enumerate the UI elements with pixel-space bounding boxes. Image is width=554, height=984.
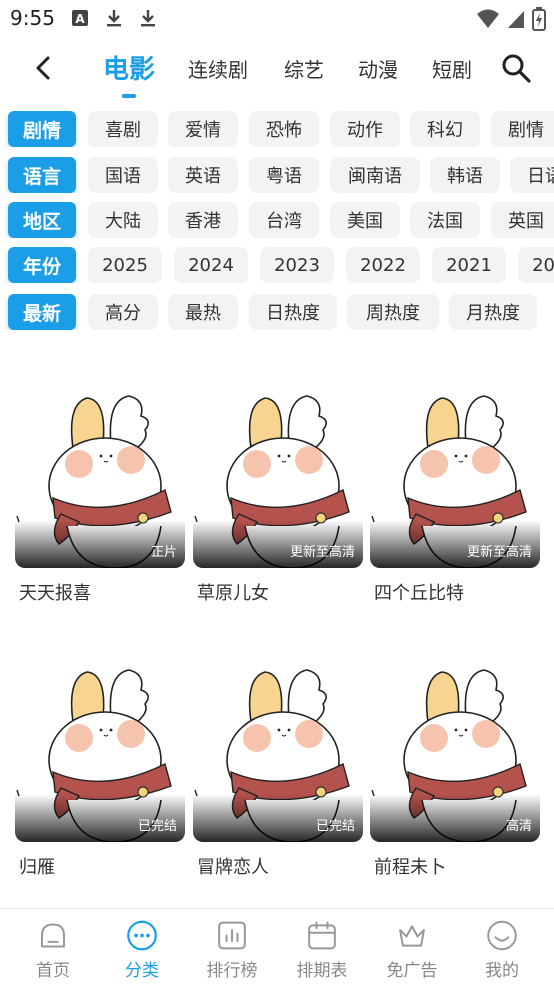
filter-chip[interactable]: 粤语 [249,157,319,193]
status-bar: 9:55 A [0,0,554,38]
bottom-nav-label: 排行榜 [206,961,258,981]
movie-title[interactable]: 草原儿女 [197,579,269,605]
movie-title[interactable]: 四个丘比特 [374,579,464,605]
battery-charging-icon [532,7,546,31]
filter-row-region: 地区 大陆 香港 台湾 美国 法国 英国 [0,202,554,238]
bottom-nav-label: 首页 [36,961,70,981]
filter-chip[interactable]: 周热度 [347,294,439,330]
active-tab-indicator [122,94,136,98]
status-badge: 高清 [505,819,532,834]
bottom-nav-schedule[interactable]: 排期表 [284,919,360,981]
status-badge: 正片 [150,545,177,560]
filter-label-genre[interactable]: 剧情 [8,111,76,147]
status-badge: 已完结 [137,819,177,834]
filter-row-genre: 剧情 喜剧 爱情 恐怖 动作 科幻 剧情 [0,111,554,147]
status-badge: 更新至高清 [289,545,355,560]
movie-title[interactable]: 归雁 [19,853,55,879]
filter-chip[interactable]: 美国 [330,202,400,238]
filter-chip[interactable]: 2022 [346,247,420,283]
filter-label-language[interactable]: 语言 [8,157,76,193]
signal-icon [508,11,524,28]
movie-poster[interactable]: 正片 [15,386,185,568]
svg-text:A: A [75,12,85,26]
filter-chip[interactable]: 恐怖 [249,111,319,147]
tab-series[interactable]: 连续剧 [188,54,248,83]
filter-chip[interactable]: 英国 [491,202,554,238]
tab-movie[interactable]: 电影 [103,49,155,86]
filter-chip[interactable]: 闽南语 [330,157,420,193]
tab-anime[interactable]: 动漫 [358,54,398,83]
status-time: 9:55 [10,6,55,30]
filter-chip[interactable]: 科幻 [410,111,480,147]
filter-chip[interactable]: 爱情 [168,111,238,147]
filter-chip[interactable]: 月热度 [449,294,537,330]
filter-label-latest[interactable]: 最新 [8,294,76,330]
movie-title[interactable]: 冒牌恋人 [197,853,269,879]
filter-label-region[interactable]: 地区 [8,202,76,238]
wifi-icon [477,9,499,28]
tab-variety[interactable]: 综艺 [284,54,324,83]
bottom-nav-label: 分类 [125,961,159,981]
filter-chip[interactable]: 台湾 [249,202,319,238]
filter-chip[interactable]: 国语 [88,157,158,193]
calendar-icon [308,921,336,950]
filter-chip[interactable]: 法国 [410,202,480,238]
status-badge: 更新至高清 [466,545,532,560]
crown-icon [399,925,425,947]
movie-poster[interactable]: 更新至高清 [370,386,540,568]
filter-chip[interactable]: 日热度 [249,294,337,330]
bottom-nav-no-ads[interactable]: 免广告 [374,919,450,981]
search-icon[interactable] [500,52,532,84]
filter-chip[interactable]: 最热 [168,294,238,330]
category-icon [127,920,157,951]
filter-chip[interactable]: 高分 [88,294,158,330]
bottom-nav-category[interactable]: 分类 [104,919,180,981]
filter-row-year: 年份 2025 2024 2023 2022 2021 2020 [0,247,554,283]
profile-icon [487,920,517,951]
movie-poster[interactable]: 已完结 [15,660,185,842]
filter-chip[interactable]: 2025 [88,247,162,283]
tab-short-drama[interactable]: 短剧 [432,54,472,83]
filter-chip[interactable]: 韩语 [430,157,500,193]
home-icon [40,923,66,948]
filter-chip[interactable]: 喜剧 [88,111,158,147]
filter-chip[interactable]: 2024 [174,247,248,283]
filter-chip[interactable]: 动作 [330,111,400,147]
filter-chip[interactable]: 2023 [260,247,334,283]
filter-row-latest: 最新 高分 最热 日热度 周热度 月热度 [0,294,554,330]
filter-chip[interactable]: 剧情 [491,111,554,147]
bottom-navigation: 首页 分类 排行榜 排期表 免广告 我的 [0,908,554,984]
bottom-nav-profile[interactable]: 我的 [464,919,540,981]
movie-poster[interactable]: 更新至高清 [193,386,363,568]
ranking-icon [218,921,246,950]
download-icon [141,10,155,27]
movie-poster[interactable]: 已完结 [193,660,363,842]
bottom-nav-label: 免广告 [386,961,438,981]
category-nav: 电影 连续剧 综艺 动漫 短剧 [0,44,554,100]
back-arrow-icon[interactable] [28,52,60,84]
filter-chip[interactable]: 大陆 [88,202,158,238]
filter-chip[interactable]: 香港 [168,202,238,238]
status-badge: 已完结 [315,819,355,834]
movie-title[interactable]: 天天报喜 [19,579,91,605]
movie-title[interactable]: 前程未卜 [374,853,446,879]
bottom-nav-label: 我的 [485,961,519,981]
filter-label-year[interactable]: 年份 [8,247,76,283]
filter-chip[interactable]: 英语 [168,157,238,193]
download-icon [107,10,121,27]
notification-icons: A [70,8,158,28]
movie-poster[interactable]: 高清 [370,660,540,842]
system-icons [476,7,546,31]
font-a-icon: A [72,10,88,26]
bottom-nav-label: 排期表 [296,961,348,981]
bottom-nav-home[interactable]: 首页 [15,919,91,981]
filter-chip[interactable]: 2021 [432,247,506,283]
filter-chip[interactable]: 日语 [510,157,554,193]
bottom-nav-ranking[interactable]: 排行榜 [194,919,270,981]
filter-chip[interactable]: 2020 [518,247,554,283]
filter-row-language: 语言 国语 英语 粤语 闽南语 韩语 日语 [0,157,554,193]
